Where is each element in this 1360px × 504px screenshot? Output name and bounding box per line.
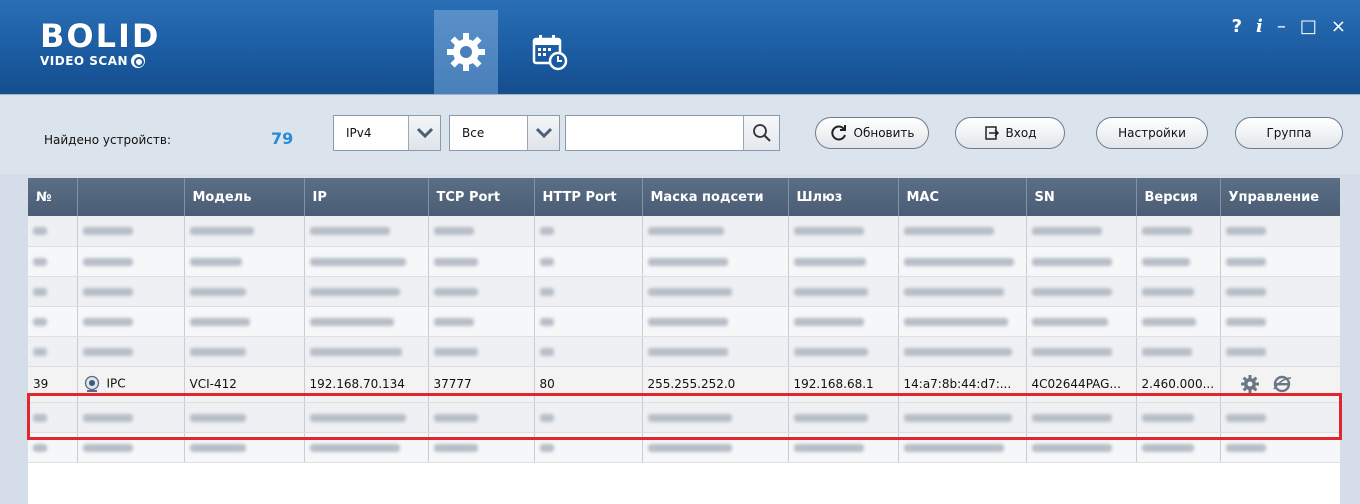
cell-ip: 192.168.70.134 xyxy=(304,366,429,403)
ip-version-value: IPv4 xyxy=(346,126,372,140)
chevron-down-icon[interactable] xyxy=(527,116,559,150)
maximize-icon[interactable]: □ xyxy=(1300,16,1317,37)
found-devices-label: Найдено устройств: xyxy=(44,133,172,147)
settings-button[interactable]: Настройки xyxy=(1096,117,1208,149)
chevron-down-icon[interactable] xyxy=(408,116,440,150)
col-num[interactable]: № xyxy=(28,178,78,216)
cell-tcp-port: 37777 xyxy=(428,366,535,403)
table-row[interactable] xyxy=(28,432,1340,463)
window-controls: ? i – □ × xyxy=(1232,16,1346,37)
group-label: Группа xyxy=(1266,126,1312,140)
table-row[interactable] xyxy=(28,246,1340,277)
table-row-selected[interactable]: 39 IPC VCI-412 192.168.70.134 37777 80 2… xyxy=(28,366,1340,403)
logo-text: BOLID xyxy=(40,17,161,55)
close-icon[interactable]: × xyxy=(1331,16,1346,37)
help-icon[interactable]: ? xyxy=(1232,16,1242,37)
login-icon xyxy=(984,126,999,140)
refresh-label: Обновить xyxy=(853,126,915,140)
cell-model: VCI-412 xyxy=(184,366,305,403)
col-sn[interactable]: SN xyxy=(1026,178,1137,216)
toolbar: Найдено устройств: 79 IPv4 Все Обновить … xyxy=(0,94,1360,174)
camera-icon xyxy=(84,375,99,392)
device-settings-icon[interactable] xyxy=(1240,374,1260,394)
cell-mask: 255.255.252.0 xyxy=(642,366,789,403)
cell-gateway: 192.168.68.1 xyxy=(788,366,899,403)
title-bar: BOLID VIDEO SCAN ? i – □ × xyxy=(0,0,1360,94)
logo-subtext: VIDEO SCAN xyxy=(40,54,129,68)
logo-search-icon xyxy=(131,54,146,68)
cell-mac: 14:a7:8b:44:d7:... xyxy=(898,366,1027,403)
table-row[interactable] xyxy=(28,276,1340,307)
settings-label: Настройки xyxy=(1118,126,1186,140)
tab-schedule[interactable] xyxy=(518,10,582,94)
login-label: Вход xyxy=(1005,126,1037,140)
cell-type: IPC xyxy=(106,376,126,391)
col-model[interactable]: Модель xyxy=(184,178,305,216)
col-type[interactable] xyxy=(77,178,185,216)
filter-select[interactable]: Все xyxy=(449,115,560,151)
col-gateway[interactable]: Шлюз xyxy=(788,178,899,216)
col-http-port[interactable]: HTTP Port xyxy=(534,178,643,216)
minimize-icon[interactable]: – xyxy=(1277,16,1286,37)
cell-num: 39 xyxy=(28,366,78,403)
filter-value: Все xyxy=(462,126,485,140)
app-logo: BOLID VIDEO SCAN xyxy=(40,20,160,68)
ip-version-select[interactable]: IPv4 xyxy=(333,115,441,151)
refresh-icon xyxy=(830,125,846,141)
table-header: № Модель IP TCP Port HTTP Port Маска под… xyxy=(28,178,1340,216)
gear-icon xyxy=(447,33,485,71)
col-ip[interactable]: IP xyxy=(304,178,429,216)
refresh-button[interactable]: Обновить xyxy=(815,117,929,149)
tab-settings[interactable] xyxy=(434,10,498,94)
login-button[interactable]: Вход xyxy=(955,117,1065,149)
col-tcp-port[interactable]: TCP Port xyxy=(428,178,535,216)
search-icon[interactable] xyxy=(743,116,779,150)
table-row[interactable] xyxy=(28,306,1340,337)
group-button[interactable]: Группа xyxy=(1235,117,1343,149)
device-table: № Модель IP TCP Port HTTP Port Маска под… xyxy=(28,178,1340,504)
calendar-clock-icon xyxy=(532,35,568,71)
col-mac[interactable]: MAC xyxy=(898,178,1027,216)
info-icon[interactable]: i xyxy=(1256,16,1263,37)
table-row[interactable] xyxy=(28,216,1340,247)
col-version[interactable]: Версия xyxy=(1136,178,1221,216)
search-input[interactable] xyxy=(565,115,780,151)
found-devices-count: 79 xyxy=(271,129,294,148)
cell-version: 2.460.000... xyxy=(1136,366,1221,403)
col-actions[interactable]: Управление xyxy=(1220,178,1340,216)
table-row[interactable] xyxy=(28,336,1340,367)
web-browser-icon[interactable] xyxy=(1272,374,1292,394)
col-mask[interactable]: Маска подсети xyxy=(642,178,789,216)
cell-http-port: 80 xyxy=(534,366,643,403)
cell-sn: 4C02644PAG... xyxy=(1026,366,1137,403)
table-row[interactable] xyxy=(28,402,1340,433)
